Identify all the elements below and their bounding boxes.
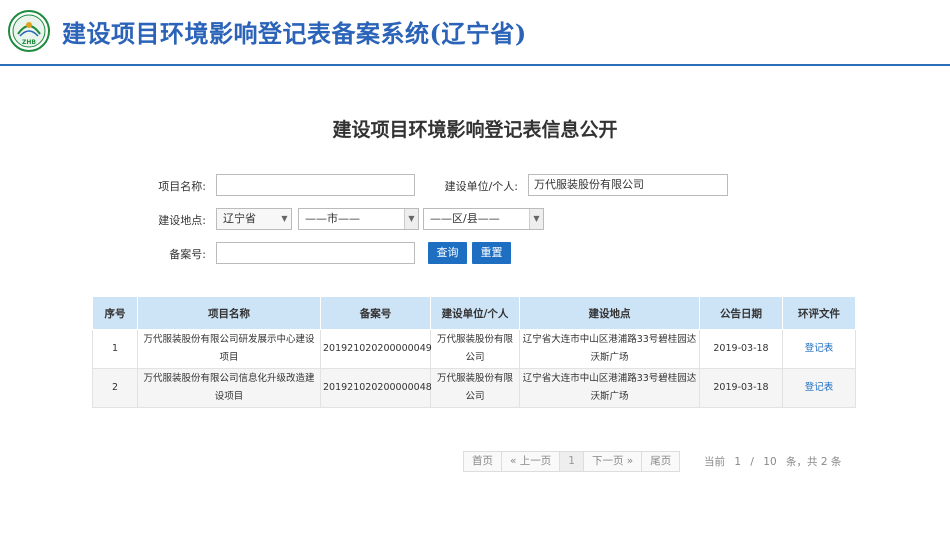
column-header: 环评文件	[782, 296, 856, 330]
column-header: 项目名称	[137, 296, 321, 330]
pagination-current-page: 1	[734, 456, 742, 468]
project-name-input[interactable]	[216, 174, 415, 196]
column-header: 备案号	[320, 296, 431, 330]
reset-button[interactable]: 重置	[472, 242, 511, 264]
location-label: 建设地点:	[158, 214, 206, 227]
record-no-cell: 201921020200000048	[320, 368, 432, 408]
location-cell: 辽宁省大连市中山区港浦路33号碧桂园达沃斯广场	[519, 368, 700, 408]
project-name-cell: 万代服装股份有限公司信息化升级改造建设项目	[137, 368, 321, 408]
column-header: 建设地点	[519, 296, 700, 330]
app-title: 建设项目环境影响登记表备案系统(辽宁省)	[62, 19, 527, 48]
registration-form-link[interactable]: 登记表	[805, 343, 834, 354]
table-row: 2 万代服装股份有限公司信息化升级改造建设项目 2019210202000000…	[92, 368, 856, 408]
district-select-value: ——区/县——	[430, 212, 500, 225]
pagination-total: 条，共 2 条	[785, 456, 842, 468]
current-page-button[interactable]: 1	[559, 451, 584, 472]
app-header: ZHB 建设项目环境影响登记表备案系统(辽宁省)	[0, 0, 950, 66]
registration-form-link[interactable]: 登记表	[805, 382, 834, 393]
unit-cell: 万代服装股份有限公司	[430, 329, 520, 369]
last-page-button[interactable]: 尾页	[641, 451, 681, 472]
table-row: 1 万代服装股份有限公司研发展示中心建设项目 20192102020000004…	[92, 329, 856, 369]
logo-text: ZHB	[22, 39, 36, 46]
location-cell: 辽宁省大连市中山区港浦路33号碧桂园达沃斯广场	[519, 329, 700, 369]
district-select[interactable]: ——区/县—— ▼	[423, 208, 544, 230]
page-title: 建设项目环境影响登记表信息公开	[332, 119, 618, 141]
query-button[interactable]: 查询	[428, 242, 467, 264]
chevron-down-icon: ▼	[529, 209, 543, 229]
record-no-label: 备案号:	[169, 248, 206, 261]
unit-cell: 万代服装股份有限公司	[430, 368, 520, 408]
project-name-label: 项目名称:	[158, 180, 206, 193]
doc-cell: 登记表	[782, 329, 856, 369]
pagination-page-size: 10	[763, 456, 777, 468]
date-cell: 2019-03-18	[699, 329, 783, 369]
record-no-cell: 201921020200000049	[320, 329, 432, 369]
unit-input[interactable]: 万代服装股份有限公司	[528, 174, 728, 196]
pagination-current-label: 当前	[704, 456, 725, 468]
column-header: 建设单位/个人	[430, 296, 520, 330]
project-name-cell: 万代服装股份有限公司研发展示中心建设项目	[137, 329, 321, 369]
city-select-value: ——市——	[305, 212, 360, 225]
chevron-down-icon: ▼	[281, 214, 288, 223]
results-table: 序号 项目名称 备案号 建设单位/个人 建设地点 公告日期 环评文件 1 万代服…	[92, 296, 856, 408]
city-select[interactable]: ——市—— ▼	[298, 208, 419, 230]
date-cell: 2019-03-18	[699, 368, 783, 408]
column-header: 公告日期	[699, 296, 783, 330]
pagination-info: 当前 1 / 10 条，共 2 条	[704, 454, 847, 469]
row-number: 2	[92, 368, 138, 408]
table-header-row: 序号 项目名称 备案号 建设单位/个人 建设地点 公告日期 环评文件	[92, 296, 856, 330]
doc-cell: 登记表	[782, 368, 856, 408]
unit-label: 建设单位/个人:	[444, 180, 518, 193]
prev-page-button[interactable]: « 上一页	[501, 451, 561, 472]
zhb-logo-icon: ZHB	[8, 10, 50, 52]
province-select-value: 辽宁省	[223, 212, 256, 225]
record-no-input[interactable]	[216, 242, 415, 264]
pagination-separator: /	[750, 456, 754, 468]
next-page-button[interactable]: 下一页 »	[582, 451, 643, 472]
row-number: 1	[92, 329, 138, 369]
column-header: 序号	[92, 296, 138, 330]
chevron-down-icon: ▼	[404, 209, 418, 229]
province-select[interactable]: 辽宁省 ▼	[216, 208, 292, 230]
first-page-button[interactable]: 首页	[463, 451, 502, 472]
pagination: 首页 « 上一页 1 下一页 » 尾页	[463, 451, 681, 472]
